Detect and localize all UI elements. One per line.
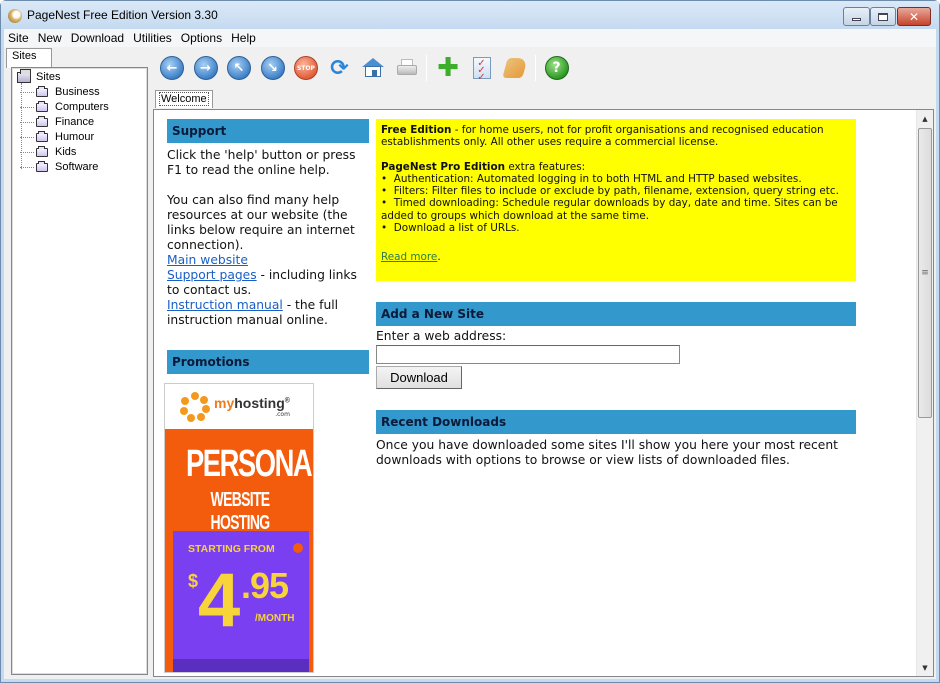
arrow-right-icon: → xyxy=(200,60,211,76)
hand-icon xyxy=(502,58,528,78)
back-button[interactable]: ← xyxy=(160,56,184,80)
toolbar: ← → ↖ ↘ STOP ⟳ ✚ ✓ ✓ ✓ ? xyxy=(151,48,936,88)
stop-button[interactable]: STOP xyxy=(294,56,318,80)
instruction-manual-link[interactable]: Instruction manual xyxy=(167,298,283,312)
support-text-1: Click the 'help' button or press F1 to r… xyxy=(167,148,356,177)
feature-item: • Timed downloading: Schedule regular do… xyxy=(381,197,838,222)
ad-headline: PERSONAL xyxy=(186,443,314,485)
tree-item-kids[interactable]: Kids xyxy=(20,145,77,158)
ad-subheadline: WEBSITE HOSTING xyxy=(210,489,271,534)
arrow-down-right-icon: ↘ xyxy=(267,60,278,76)
up-button[interactable]: ↖ xyxy=(227,56,251,80)
home-button[interactable] xyxy=(361,56,385,80)
tree-item-business[interactable]: Business xyxy=(20,85,100,98)
checklist-button[interactable]: ✓ ✓ ✓ xyxy=(470,56,494,83)
forward-button[interactable]: → xyxy=(193,56,218,80)
maximize-icon xyxy=(878,12,888,21)
sites-panel: Sites Sites Business Computers Finance H… xyxy=(4,48,149,679)
minimize-icon xyxy=(852,17,861,21)
tree-item-label: Software xyxy=(55,161,99,173)
myhosting-logo-icon xyxy=(180,391,210,422)
feature-item: • Download a list of URLs. xyxy=(381,222,520,235)
feature-item: • Authentication: Automated logging in t… xyxy=(381,172,802,185)
add-site-header: Add a New Site xyxy=(376,302,856,326)
minimize-button[interactable] xyxy=(843,7,870,26)
point-button[interactable] xyxy=(502,56,528,80)
ad-price-tag: STARTING FROM $ 4 .95 /MONTH xyxy=(173,531,309,672)
arrow-up-left-icon: ↖ xyxy=(233,60,245,76)
support-header: Support xyxy=(167,119,369,143)
scroll-down-arrow-icon[interactable]: ▼ xyxy=(917,659,933,676)
scroll-up-arrow-icon[interactable]: ▲ xyxy=(917,110,933,127)
menu-bar: Site New Download Utilities Options Help xyxy=(4,29,936,47)
close-button[interactable]: ✕ xyxy=(897,7,931,26)
tree-root-sites[interactable]: Sites xyxy=(17,68,61,83)
menu-site[interactable]: Site xyxy=(4,29,34,47)
download-submit-button[interactable]: Download xyxy=(376,366,462,389)
tree-item-software[interactable]: Software xyxy=(20,160,99,173)
web-address-input[interactable] xyxy=(376,345,680,364)
vertical-scrollbar[interactable]: ▲ ≡ ▼ xyxy=(916,110,933,676)
close-icon: ✕ xyxy=(908,9,920,24)
folder-group-icon xyxy=(17,68,31,83)
folder-icon xyxy=(36,160,48,172)
main-website-link[interactable]: Main website xyxy=(167,253,248,267)
recent-downloads-header: Recent Downloads xyxy=(376,410,856,434)
tree-item-label: Business xyxy=(55,86,100,98)
folder-icon xyxy=(36,130,48,142)
tab-sites[interactable]: Sites xyxy=(6,48,52,68)
tree-item-humour[interactable]: Humour xyxy=(20,130,95,143)
add-site-button[interactable]: ✚ xyxy=(436,53,460,83)
main-panel: ← → ↖ ↘ STOP ⟳ ✚ ✓ ✓ ✓ ? Welcome Support… xyxy=(151,48,936,679)
checklist-icon: ✓ ✓ ✓ xyxy=(472,57,491,83)
help-button[interactable]: ? xyxy=(544,56,569,80)
refresh-button[interactable]: ⟳ xyxy=(328,55,352,81)
web-address-label: Enter a web address: xyxy=(376,329,507,343)
refresh-icon: ⟳ xyxy=(330,55,349,81)
plus-icon: ✚ xyxy=(437,53,459,83)
menu-options[interactable]: Options xyxy=(177,29,227,47)
menu-utilities[interactable]: Utilities xyxy=(129,29,177,47)
download-button[interactable]: ↘ xyxy=(260,56,285,80)
maximize-button[interactable] xyxy=(870,7,896,26)
sites-tree[interactable]: Sites Business Computers Finance Humour … xyxy=(11,67,148,675)
support-pages-link[interactable]: Support pages xyxy=(167,268,257,282)
menu-download[interactable]: Download xyxy=(67,29,129,47)
print-button[interactable] xyxy=(395,56,419,80)
promotions-header: Promotions xyxy=(167,350,369,374)
stop-icon: STOP xyxy=(297,64,315,72)
edition-info-box: Free Edition - for home users, not for p… xyxy=(376,119,856,281)
tree-item-label: Kids xyxy=(55,146,77,158)
tree-item-computers[interactable]: Computers xyxy=(20,100,109,113)
app-icon xyxy=(8,9,22,23)
recent-downloads-text: Once you have downloaded some sites I'll… xyxy=(376,438,838,467)
scrollbar-thumb[interactable]: ≡ xyxy=(918,128,932,418)
read-more-link[interactable]: Read more xyxy=(381,251,437,263)
tree-item-label: Computers xyxy=(55,101,109,113)
toolbar-separator xyxy=(426,55,427,81)
app-window: PageNest Free Edition Version 3.30 ✕ Sit… xyxy=(0,0,940,683)
window-title: PageNest Free Edition Version 3.30 xyxy=(27,8,218,22)
client-area: Site New Download Utilities Options Help… xyxy=(4,29,936,679)
tree-item-label: Humour xyxy=(55,131,95,143)
ad-brand: myhosting® xyxy=(214,395,290,411)
toolbar-separator xyxy=(534,55,536,81)
support-text-2: You can also find many help resources at… xyxy=(167,193,355,252)
help-icon: ? xyxy=(552,60,561,76)
feature-item: • Filters: Filter files to include or ex… xyxy=(381,185,839,198)
tab-welcome[interactable]: Welcome xyxy=(155,90,213,108)
welcome-page: Support Click the 'help' button or press… xyxy=(153,109,934,677)
menu-help[interactable]: Help xyxy=(227,29,261,47)
folder-icon xyxy=(36,100,48,112)
folder-icon xyxy=(36,115,48,127)
arrow-left-icon: ← xyxy=(166,60,178,76)
menu-new[interactable]: New xyxy=(34,29,67,47)
tree-item-label: Finance xyxy=(55,116,95,128)
hosting-ad-banner[interactable]: myhosting® .com PERSONAL WEBSITE HOSTING… xyxy=(164,383,314,673)
tree-root-label: Sites xyxy=(36,71,61,83)
folder-icon xyxy=(36,85,48,97)
folder-icon xyxy=(36,145,48,157)
tree-item-finance[interactable]: Finance xyxy=(20,115,95,128)
title-bar: PageNest Free Edition Version 3.30 ✕ xyxy=(1,1,939,29)
